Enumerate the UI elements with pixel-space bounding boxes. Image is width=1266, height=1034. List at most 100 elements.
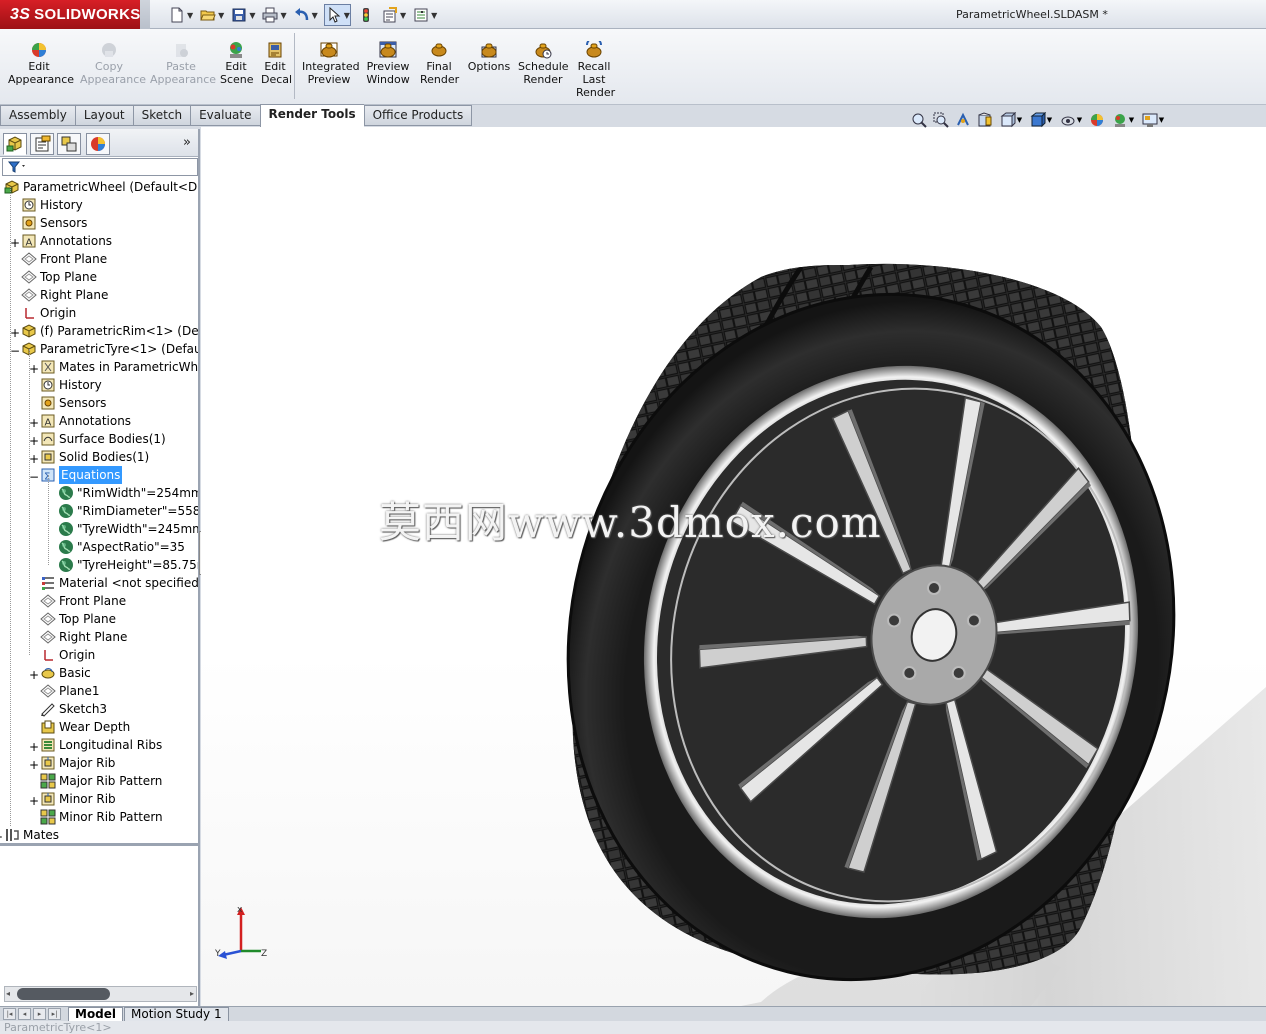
expand-node-icon[interactable]: + xyxy=(0,830,3,844)
edit-decal-button[interactable]: Edit Decal xyxy=(261,39,292,86)
apply-scene-button[interactable]: ▼ xyxy=(1108,111,1138,129)
view-orientation-button[interactable]: ▼ xyxy=(996,111,1026,129)
edit-scene-button[interactable]: Edit Scene xyxy=(220,39,254,86)
feature-tree-horizontal-scrollbar[interactable]: ◂ ▸ xyxy=(4,986,197,1002)
undo-button[interactable]: ▼ xyxy=(293,4,318,26)
preview-window-button[interactable]: Preview Window xyxy=(366,39,410,86)
tree-node-plane1[interactable]: Plane1 xyxy=(40,682,100,700)
edit-appearance-view-button[interactable] xyxy=(1086,111,1108,129)
expand-node-icon[interactable]: + xyxy=(29,434,39,448)
tree-node-tyrewidth-245mm[interactable]: "TyreWidth"=245mm xyxy=(58,520,198,538)
tree-node-annotations[interactable]: A Annotations xyxy=(21,232,112,250)
tree-node-solid-bodies-1[interactable]: Solid Bodies(1) xyxy=(40,448,149,466)
expand-node-icon[interactable]: + xyxy=(29,668,39,682)
previous-view-button[interactable] xyxy=(952,111,974,129)
display-manager-tab[interactable] xyxy=(86,133,110,155)
collapse-node-icon[interactable]: − xyxy=(10,344,20,358)
tree-node-f-parametricrim-1-defaul[interactable]: (f) ParametricRim<1> (Defaul xyxy=(21,322,198,340)
paste-appearance-button[interactable]: Paste Appearance xyxy=(150,39,216,86)
tree-node-rimwidth-254mm[interactable]: "RimWidth"=254mm xyxy=(58,484,198,502)
collapse-node-icon[interactable]: − xyxy=(29,470,39,484)
tree-node-sketch3[interactable]: Sketch3 xyxy=(40,700,107,718)
wheel-model-render[interactable] xyxy=(201,127,1266,1006)
chevron-down-icon[interactable]: ▼ xyxy=(218,11,224,20)
expand-node-icon[interactable]: + xyxy=(29,794,39,808)
new-button[interactable]: ▼ xyxy=(168,4,193,26)
chevron-down-icon[interactable]: ▼ xyxy=(280,11,286,20)
tree-node-longitudinal-ribs[interactable]: Longitudinal Ribs xyxy=(40,736,162,754)
prev-tab-arrow-icon[interactable]: ◂ xyxy=(18,1008,31,1020)
tree-node-origin[interactable]: Origin xyxy=(40,646,95,664)
chevron-down-icon[interactable]: ▼ xyxy=(400,11,406,20)
tab-assembly[interactable]: Assembly xyxy=(0,105,75,126)
last-tab-arrow-icon[interactable]: ▸| xyxy=(48,1008,61,1020)
chevron-down-icon[interactable]: ▼ xyxy=(431,11,437,20)
edit-appearance-button[interactable]: Edit Appearance xyxy=(8,39,74,86)
configuration-manager-tab[interactable] xyxy=(57,133,81,155)
next-tab-arrow-icon[interactable]: ▸ xyxy=(33,1008,46,1020)
expand-node-icon[interactable]: + xyxy=(10,326,20,340)
tree-node-equations[interactable]: Σ Equations xyxy=(40,466,123,484)
chevron-down-icon[interactable]: ▼ xyxy=(312,11,318,20)
tree-node-rimdiameter-558-8r[interactable]: "RimDiameter"=558.8r xyxy=(58,502,198,520)
scroll-right-arrow-icon[interactable]: ▸ xyxy=(190,989,194,998)
tree-node-material-not-specified[interactable]: Material <not specified> xyxy=(40,574,198,592)
options-button[interactable]: Options xyxy=(466,39,512,73)
menu-expander[interactable] xyxy=(140,0,150,29)
tree-node-front-plane[interactable]: Front Plane xyxy=(21,250,107,268)
select-button[interactable]: ▼ xyxy=(323,4,351,26)
tree-node-history[interactable]: History xyxy=(40,376,102,394)
tree-node-origin[interactable]: Origin xyxy=(21,304,76,322)
tree-node-annotations[interactable]: A Annotations xyxy=(40,412,131,430)
final-render-button[interactable]: Final Render xyxy=(420,39,459,86)
tree-node-basic[interactable]: Basic xyxy=(40,664,91,682)
section-view-button[interactable] xyxy=(974,111,996,129)
chevron-down-icon[interactable]: ▼ xyxy=(344,11,350,20)
tree-node-front-plane[interactable]: Front Plane xyxy=(40,592,126,610)
chevron-down-icon[interactable]: ▼ xyxy=(249,11,255,20)
tree-node-minor-rib[interactable]: Minor Rib xyxy=(40,790,116,808)
expand-node-icon[interactable]: + xyxy=(29,362,39,376)
expand-node-icon[interactable]: + xyxy=(29,740,39,754)
tree-node-major-rib-pattern[interactable]: Major Rib Pattern xyxy=(40,772,162,790)
tab-layout[interactable]: Layout xyxy=(74,105,133,126)
feature-manager-tab[interactable] xyxy=(3,133,27,155)
tree-filter-field[interactable] xyxy=(2,158,198,176)
tab-render-tools[interactable]: Render Tools xyxy=(259,104,364,127)
schedule-render-button[interactable]: Schedule Render xyxy=(518,39,569,86)
property-manager-tab[interactable] xyxy=(30,133,54,155)
expand-node-icon[interactable]: + xyxy=(29,758,39,772)
hide-show-items-button[interactable]: ▼ xyxy=(1056,111,1086,129)
tab-sketch[interactable]: Sketch xyxy=(132,105,191,126)
expand-node-icon[interactable]: + xyxy=(29,452,39,466)
solidworks-logo[interactable]: 3S SOLIDWORKS xyxy=(0,0,140,29)
tree-node-mates[interactable]: Mates xyxy=(4,826,59,844)
tree-node-top-plane[interactable]: Top Plane xyxy=(40,610,116,628)
save-button[interactable]: ▼ xyxy=(230,4,255,26)
rebuild-button[interactable] xyxy=(357,4,375,26)
integrated-preview-button[interactable]: Integrated Preview xyxy=(302,39,360,86)
tree-node-aspectratio-35[interactable]: "AspectRatio"=35 xyxy=(58,538,185,556)
tree-node-right-plane[interactable]: Right Plane xyxy=(40,628,127,646)
expand-node-icon[interactable]: + xyxy=(29,416,39,430)
tree-node-surface-bodies-1[interactable]: Surface Bodies(1) xyxy=(40,430,166,448)
display-style-button[interactable]: ▼ xyxy=(1026,111,1056,129)
tab-evaluate[interactable]: Evaluate xyxy=(190,105,260,126)
tab-motion-study-1[interactable]: Motion Study 1 xyxy=(124,1007,229,1022)
first-tab-arrow-icon[interactable]: |◂ xyxy=(3,1008,16,1020)
scrollbar-thumb[interactable] xyxy=(17,988,110,1000)
tree-node-top-plane[interactable]: Top Plane xyxy=(21,268,97,286)
tree-node-sensors[interactable]: Sensors xyxy=(40,394,106,412)
chevron-down-icon[interactable]: ▼ xyxy=(187,11,193,20)
options-button[interactable]: ▼ xyxy=(412,4,437,26)
tree-node-mates-in-parametricwheel[interactable]: Mates in ParametricWheel xyxy=(40,358,198,376)
print-button[interactable]: ▼ xyxy=(261,4,287,26)
panel-splitter[interactable] xyxy=(0,843,198,846)
tree-node-major-rib[interactable]: Major Rib xyxy=(40,754,115,772)
recall-last-render-button[interactable]: Recall Last Render xyxy=(576,37,615,99)
tree-node-parametricwheel-default-displa[interactable]: ParametricWheel (Default<Displa xyxy=(4,178,198,196)
scroll-left-arrow-icon[interactable]: ◂ xyxy=(6,989,10,998)
tree-node-history[interactable]: History xyxy=(21,196,83,214)
copy-appearance-button[interactable]: Copy Appearance xyxy=(80,39,146,86)
zoom-to-fit-button[interactable] xyxy=(908,111,930,129)
